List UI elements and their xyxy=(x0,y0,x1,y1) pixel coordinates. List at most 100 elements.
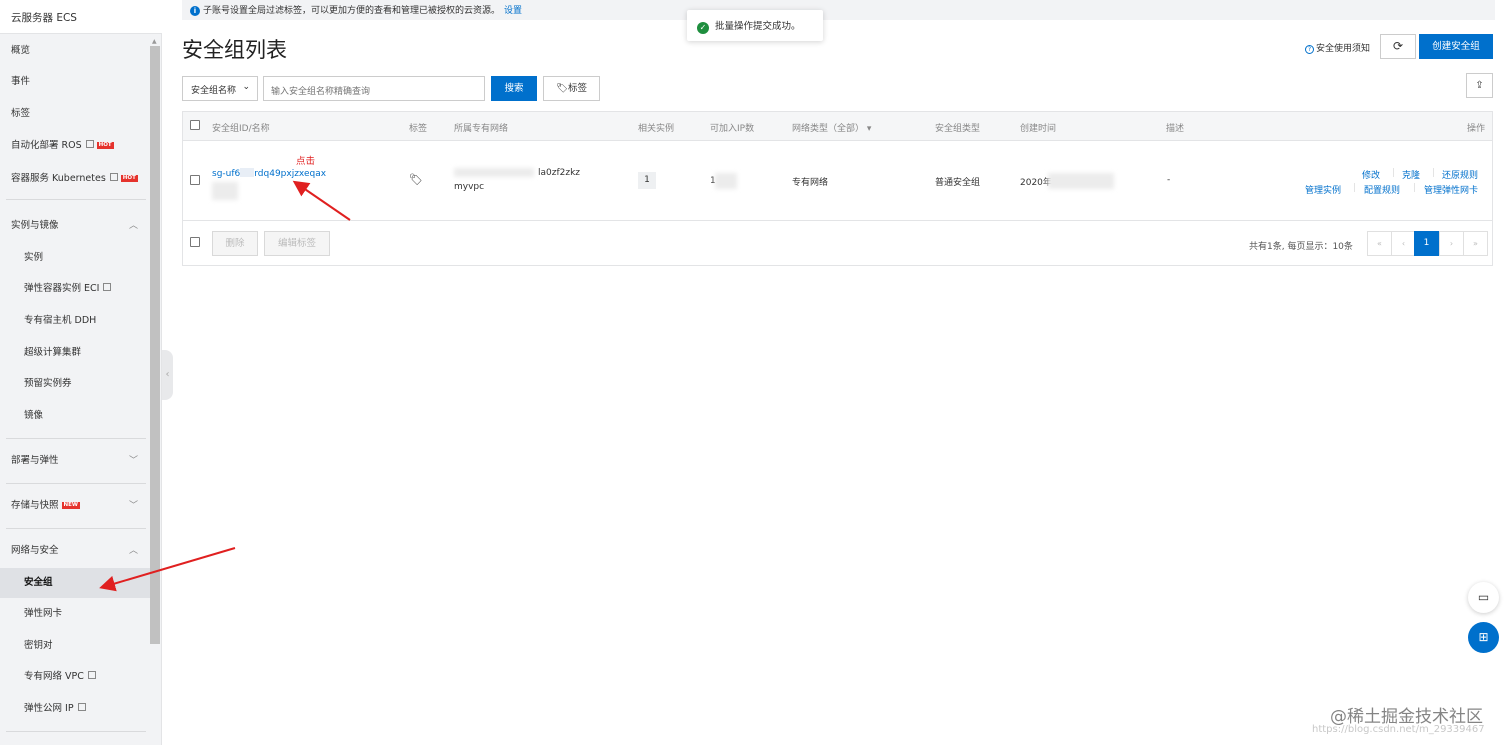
create-security-group-button[interactable]: 创建安全组 xyxy=(1419,34,1493,59)
external-link-icon xyxy=(85,140,94,148)
configure-rules-link[interactable]: 配置规则 xyxy=(1364,183,1400,196)
column-header: 相关实例 xyxy=(638,124,675,134)
sidebar-item-label: 密钥对 xyxy=(24,640,53,651)
sidebar-item-label: 概览 xyxy=(11,45,31,56)
sidebar: 云服务器 ECS 概览 事件 标签 自动化部署 ROS HOT 容器服务 Kube… xyxy=(0,0,162,745)
sidebar-scrollbar[interactable] xyxy=(150,46,160,644)
sidebar-item-instance[interactable]: 实例 xyxy=(0,243,150,273)
manage-eni-link[interactable]: 管理弹性网卡 xyxy=(1424,183,1478,196)
sidebar-item-label: 弹性公网 IP xyxy=(24,703,74,714)
clone-link[interactable]: 克隆 xyxy=(1402,168,1420,181)
sidebar-group-deploy[interactable]: 部署与弹性 ﹀ xyxy=(0,446,150,476)
sidebar-item-images[interactable]: 镜像 xyxy=(0,401,150,431)
search-button[interactable]: 搜索 xyxy=(491,76,537,101)
refresh-button[interactable]: ⟳ xyxy=(1380,34,1416,59)
sidebar-group-instances[interactable]: 实例与镜像 ︿ xyxy=(0,211,150,241)
column-header: 所属专有网络 xyxy=(454,124,509,134)
edit-tags-button[interactable]: 编辑标签 xyxy=(264,231,330,256)
column-header: 可加入IP数 xyxy=(710,124,755,134)
sidebar-item-eci[interactable]: 弹性容器实例 ECI xyxy=(0,274,150,304)
refresh-icon: ⟳ xyxy=(1392,39,1404,53)
network-type-filter[interactable]: 网络类型（全部） ▾ xyxy=(792,121,871,134)
filter-field-value: 安全组名称 xyxy=(191,86,237,96)
sidebar-item-label: 专有网络 VPC xyxy=(24,671,84,682)
chat-icon[interactable]: ▭ xyxy=(1468,582,1499,613)
table-footer: 删除 编辑标签 共有1条, 每页显示：10条 « ‹ 1 › » xyxy=(183,222,1492,266)
apps-grid-icon[interactable]: ⊞ xyxy=(1468,622,1499,653)
row-checkbox[interactable] xyxy=(190,175,200,185)
last-page-button[interactable]: » xyxy=(1463,231,1488,256)
chevron-down-icon: ﹀ xyxy=(128,501,138,511)
tag-filter-button[interactable]: 🏷标签 xyxy=(543,76,600,101)
sidebar-item-label: 实例 xyxy=(24,252,44,263)
sidebar-item-keypair[interactable]: 密钥对 xyxy=(0,631,150,661)
sidebar-group-network[interactable]: 网络与安全 ︿ xyxy=(0,536,150,566)
sidebar-item-vpc[interactable]: 专有网络 VPC xyxy=(0,662,150,692)
sidebar-item-scc[interactable]: 超级计算集群 xyxy=(0,338,150,368)
next-page-button[interactable]: › xyxy=(1439,231,1464,256)
new-badge: NEW xyxy=(61,502,80,509)
sidebar-item-ddh[interactable]: 专有宿主机 DDH xyxy=(0,306,150,336)
hot-badge: HOT xyxy=(120,175,138,182)
external-link-icon xyxy=(77,703,86,711)
modify-link[interactable]: 修改 xyxy=(1362,168,1380,181)
sidebar-item-security-group[interactable]: 安全组 xyxy=(0,568,150,598)
security-group-id-suffix: rdq49pxjzxeqax xyxy=(254,169,327,179)
security-group-type: 普通安全组 xyxy=(935,178,981,188)
security-group-table: 安全组ID/名称 标签 所属专有网络 相关实例 可加入IP数 网络类型（全部） … xyxy=(182,111,1493,266)
external-link-icon xyxy=(109,173,118,181)
manage-instances-link[interactable]: 管理实例 xyxy=(1305,183,1341,196)
sidebar-item-reserved[interactable]: 预留实例券 xyxy=(0,369,150,399)
tag-icon[interactable]: 🏷 xyxy=(409,173,423,186)
sidebar-item-tags[interactable]: 标签 xyxy=(0,99,150,129)
table-header: 安全组ID/名称 标签 所属专有网络 相关实例 可加入IP数 网络类型（全部） … xyxy=(183,112,1492,141)
check-circle-icon: ✓ xyxy=(697,22,709,34)
security-notice-link[interactable]: ? 安全使用须知 xyxy=(1305,41,1370,54)
sidebar-title: 云服务器 ECS xyxy=(0,0,162,34)
settings-link[interactable]: 设置 xyxy=(504,6,522,16)
prev-page-button[interactable]: ‹ xyxy=(1391,231,1416,256)
sidebar-item-ros[interactable]: 自动化部署 ROS HOT xyxy=(0,131,150,161)
sidebar-group-storage[interactable]: 存储与快照 NEW ﹀ xyxy=(0,491,150,521)
sidebar-item-kubernetes[interactable]: 容器服务 Kubernetes HOT xyxy=(0,164,150,194)
sidebar-item-eni[interactable]: 弹性网卡 xyxy=(0,599,150,629)
column-header: 安全组ID/名称 xyxy=(212,124,270,134)
related-instances-count[interactable]: 1 xyxy=(638,172,656,189)
caret-down-icon: ▾ xyxy=(866,124,872,134)
vpc-id-link[interactable]: la0zf2zkz xyxy=(538,168,580,178)
search-input[interactable] xyxy=(263,76,485,101)
filter-field-select[interactable]: 安全组名称 ⌄ xyxy=(182,76,258,101)
sidebar-item-overview[interactable]: 概览 xyxy=(0,36,150,66)
sidebar-item-label: 专有宿主机 DDH xyxy=(24,315,97,326)
divider: | xyxy=(1432,168,1436,178)
collapse-sidebar-handle[interactable]: ‹ xyxy=(162,350,173,400)
divider xyxy=(6,199,146,200)
footer-select-all-checkbox[interactable] xyxy=(190,237,200,247)
export-icon: ⇪ xyxy=(1475,80,1484,91)
restore-rules-link[interactable]: 还原规则 xyxy=(1442,168,1478,181)
redacted-name xyxy=(212,182,238,200)
sidebar-item-label: 自动化部署 ROS xyxy=(11,140,82,151)
tag-button-label: 标签 xyxy=(568,83,588,94)
export-button[interactable]: ⇪ xyxy=(1466,73,1493,98)
sidebar-item-label: 弹性网卡 xyxy=(24,608,63,619)
page-1-button[interactable]: 1 xyxy=(1414,231,1439,256)
toast-text: 批量操作提交成功。 xyxy=(715,21,801,32)
page-title: 安全组列表 xyxy=(182,38,287,62)
delete-button[interactable]: 删除 xyxy=(212,231,258,256)
divider xyxy=(6,528,146,529)
divider: | xyxy=(1392,168,1396,178)
notice-bar: i 子账号设置全局过滤标签，可以更加方便的查看和管理已被授权的云资源。 设置 xyxy=(182,0,1495,20)
sidebar-item-eip[interactable]: 弹性公网 IP xyxy=(0,694,150,724)
sidebar-item-events[interactable]: 事件 xyxy=(0,67,150,97)
sidebar-group-label: 部署与弹性 xyxy=(11,455,59,466)
first-page-button[interactable]: « xyxy=(1367,231,1392,256)
hot-badge: HOT xyxy=(96,142,114,149)
divider: | xyxy=(1413,183,1417,193)
column-header: 创建时间 xyxy=(1020,124,1057,134)
security-group-id-link[interactable]: sg-uf6 rdq49pxjzxeqax xyxy=(212,168,326,179)
select-all-checkbox[interactable] xyxy=(190,120,200,130)
notice-text: 子账号设置全局过滤标签，可以更加方便的查看和管理已被授权的云资源。 xyxy=(203,6,501,16)
pagination-summary: 共有1条, 每页显示：10条 xyxy=(1249,242,1353,252)
scroll-up-arrow-icon[interactable]: ▲ xyxy=(152,38,157,45)
